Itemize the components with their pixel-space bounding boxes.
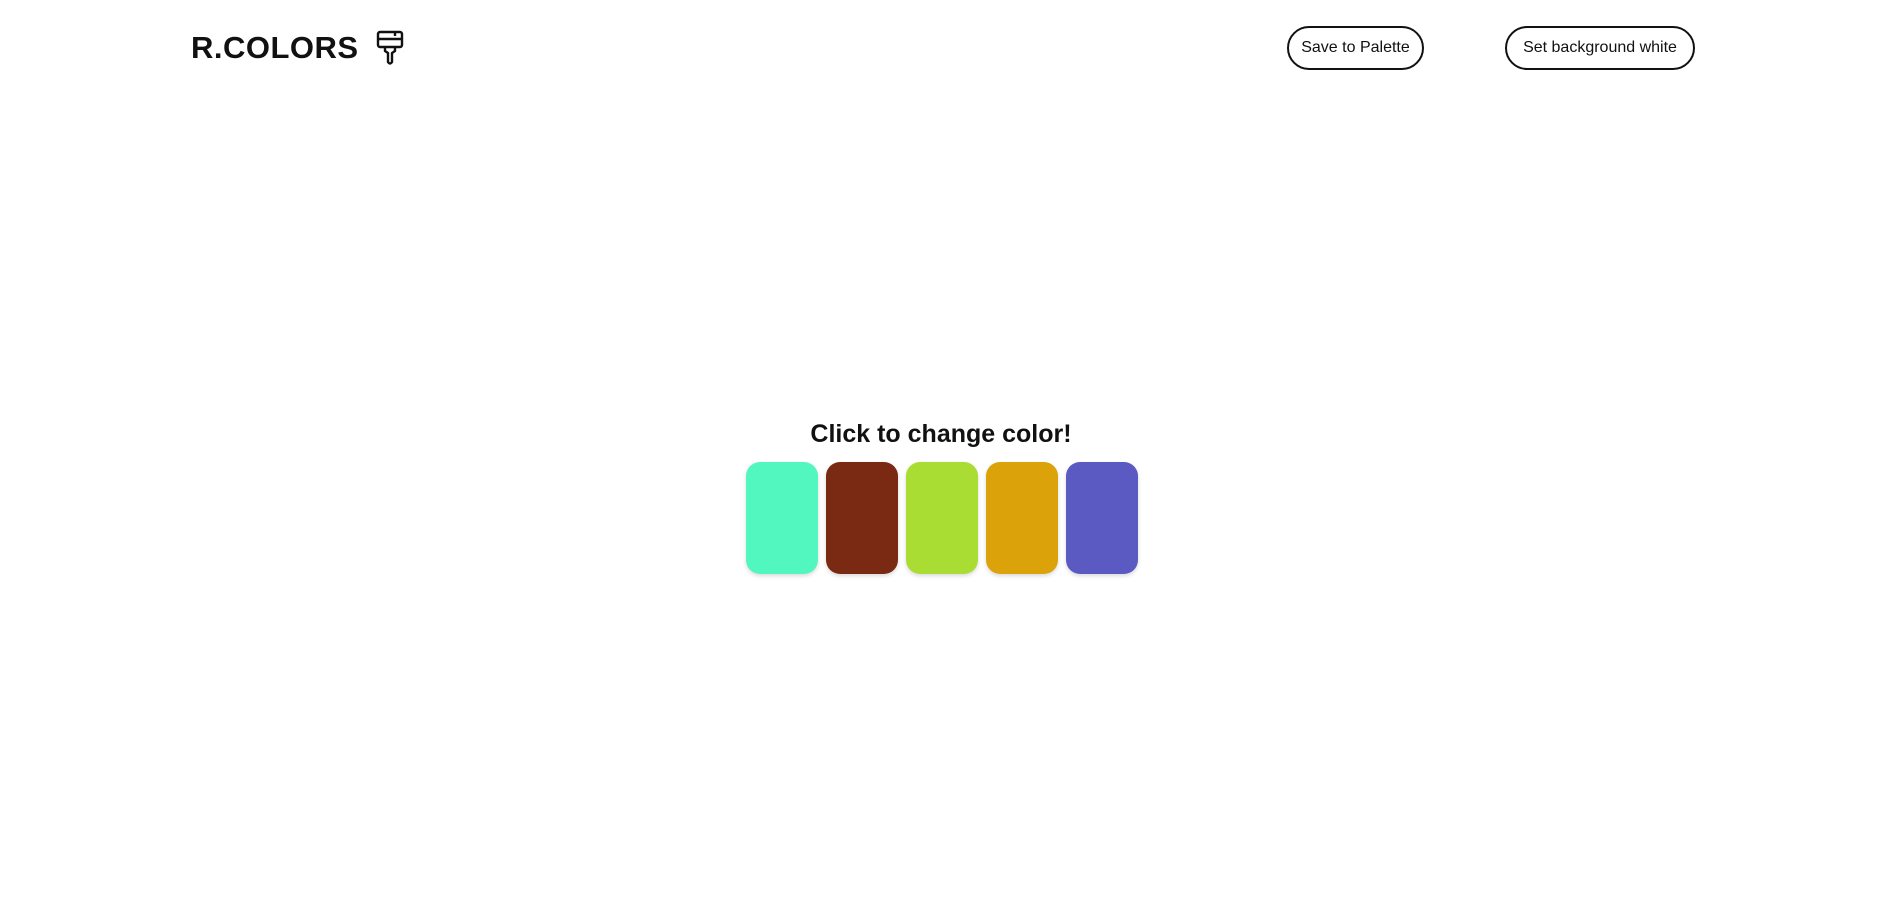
paint-brush-icon [375, 30, 405, 66]
app-header: R.COLORS Save to Palette Set background … [0, 0, 1882, 98]
color-swatches [746, 462, 1138, 574]
set-background-white-button[interactable]: Set background white [1505, 26, 1695, 70]
color-swatch-1[interactable] [746, 462, 818, 574]
brand: R.COLORS [191, 28, 405, 68]
color-swatch-2[interactable] [826, 462, 898, 574]
brand-title: R.COLORS [191, 30, 359, 65]
color-swatch-4[interactable] [986, 462, 1058, 574]
instruction-heading: Click to change color! [810, 420, 1072, 448]
color-swatch-5[interactable] [1066, 462, 1138, 574]
save-to-palette-button[interactable]: Save to Palette [1287, 26, 1424, 70]
color-swatch-3[interactable] [906, 462, 978, 574]
